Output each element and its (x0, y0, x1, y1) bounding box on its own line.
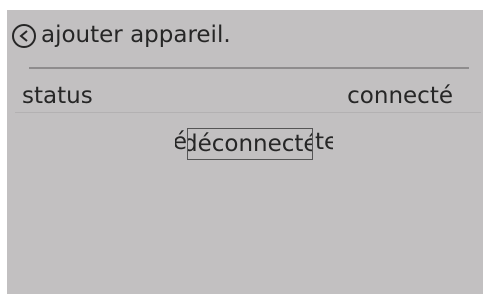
status-picker[interactable]: dé déconnecté te (7, 118, 483, 166)
status-value[interactable]: connecté (347, 82, 453, 110)
picker-option-selected-label: déconnecté (187, 131, 313, 157)
picker-option-previous[interactable]: dé (175, 127, 187, 157)
picker-option-next[interactable]: te (315, 127, 333, 157)
back-button[interactable] (12, 24, 36, 48)
status-label: status (22, 83, 93, 109)
header: ajouter appareil. (7, 10, 483, 68)
row-divider (15, 112, 481, 113)
device-screen: ajouter appareil. status connecté dé déc… (7, 10, 483, 294)
status-row: status connecté (7, 76, 483, 116)
picker-option-selected[interactable]: déconnecté (187, 128, 313, 160)
page-title: ajouter appareil. (41, 22, 231, 48)
header-divider (29, 67, 469, 69)
chevron-left-icon (19, 30, 28, 42)
